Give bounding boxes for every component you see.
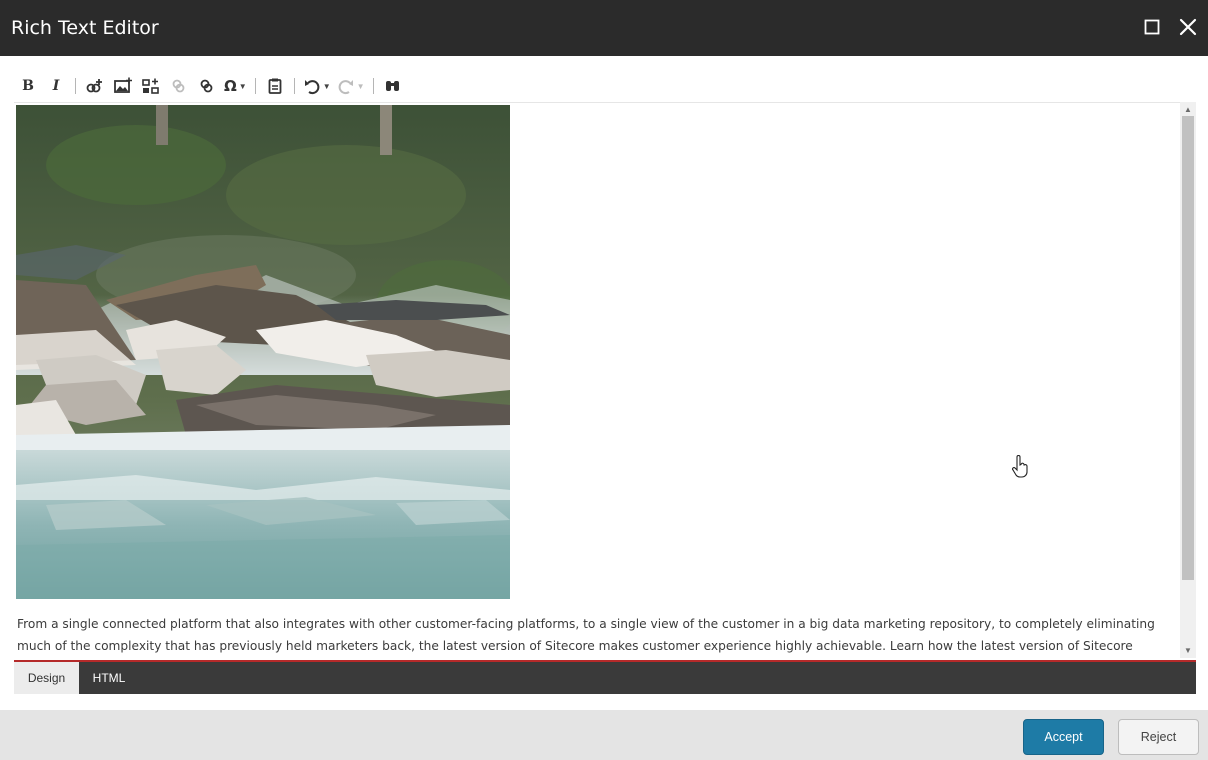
window-title: Rich Text Editor: [11, 17, 159, 39]
chevron-down-icon: ▼: [238, 81, 247, 91]
insert-image-icon: [114, 77, 132, 93]
toolbar-separator: [372, 78, 374, 94]
paste-button[interactable]: [261, 72, 289, 100]
link-disabled-button[interactable]: [165, 72, 193, 100]
special-symbol-button[interactable]: Ω ▼: [221, 72, 250, 100]
tab-html[interactable]: HTML: [79, 662, 139, 694]
toolbar-separator: [75, 78, 76, 94]
insert-link-icon: [86, 79, 102, 93]
bold-button[interactable]: B: [14, 72, 42, 100]
close-button[interactable]: [1175, 14, 1201, 40]
find-icon: [385, 81, 399, 91]
editor-paragraph[interactable]: From a single connected platform that al…: [17, 613, 1167, 660]
close-icon: [1179, 18, 1197, 36]
paste-icon: [268, 78, 282, 94]
editor-scrollbar[interactable]: ▲ ▼: [1180, 102, 1196, 658]
toolbar-separator: [254, 78, 256, 94]
editor-toolbar: B I Ω ▼ ▼ ▼: [14, 70, 407, 102]
undo-icon: [304, 80, 320, 95]
editor-content[interactable]: From a single connected platform that al…: [14, 102, 1196, 660]
link-disabled-icon: [172, 79, 185, 93]
title-bar: Rich Text Editor: [0, 0, 1208, 56]
chevron-down-icon: ▼: [322, 81, 331, 91]
inserted-image[interactable]: [16, 105, 510, 599]
reject-button[interactable]: Reject: [1118, 719, 1199, 755]
scroll-up-icon[interactable]: ▲: [1180, 103, 1196, 115]
italic-button[interactable]: I: [42, 72, 70, 100]
hand-cursor-icon: [1012, 455, 1028, 478]
maximize-icon: [1144, 19, 1160, 35]
insert-link-button[interactable]: [81, 72, 109, 100]
tab-design[interactable]: Design: [14, 662, 79, 694]
unlink-icon: [200, 79, 213, 93]
insert-image-button[interactable]: [109, 72, 137, 100]
toolbar-separator: [293, 78, 295, 94]
redo-icon: [338, 80, 353, 95]
find-button[interactable]: [379, 72, 407, 100]
accept-button[interactable]: Accept: [1023, 719, 1104, 755]
chevron-down-icon: ▼: [356, 81, 365, 91]
undo-button[interactable]: ▼: [300, 72, 334, 100]
landscape-image: [16, 105, 510, 599]
redo-button[interactable]: ▼: [334, 72, 368, 100]
omega-icon: Ω: [224, 77, 237, 95]
unlink-button[interactable]: [193, 72, 221, 100]
maximize-button[interactable]: [1139, 14, 1165, 40]
insert-media-button[interactable]: [137, 72, 165, 100]
scroll-down-icon[interactable]: ▼: [1180, 644, 1196, 656]
dialog-footer: Accept Reject: [0, 710, 1208, 760]
scrollbar-thumb[interactable]: [1182, 116, 1194, 580]
insert-media-icon: [142, 78, 159, 94]
mode-tabs: Design HTML: [14, 662, 1196, 694]
